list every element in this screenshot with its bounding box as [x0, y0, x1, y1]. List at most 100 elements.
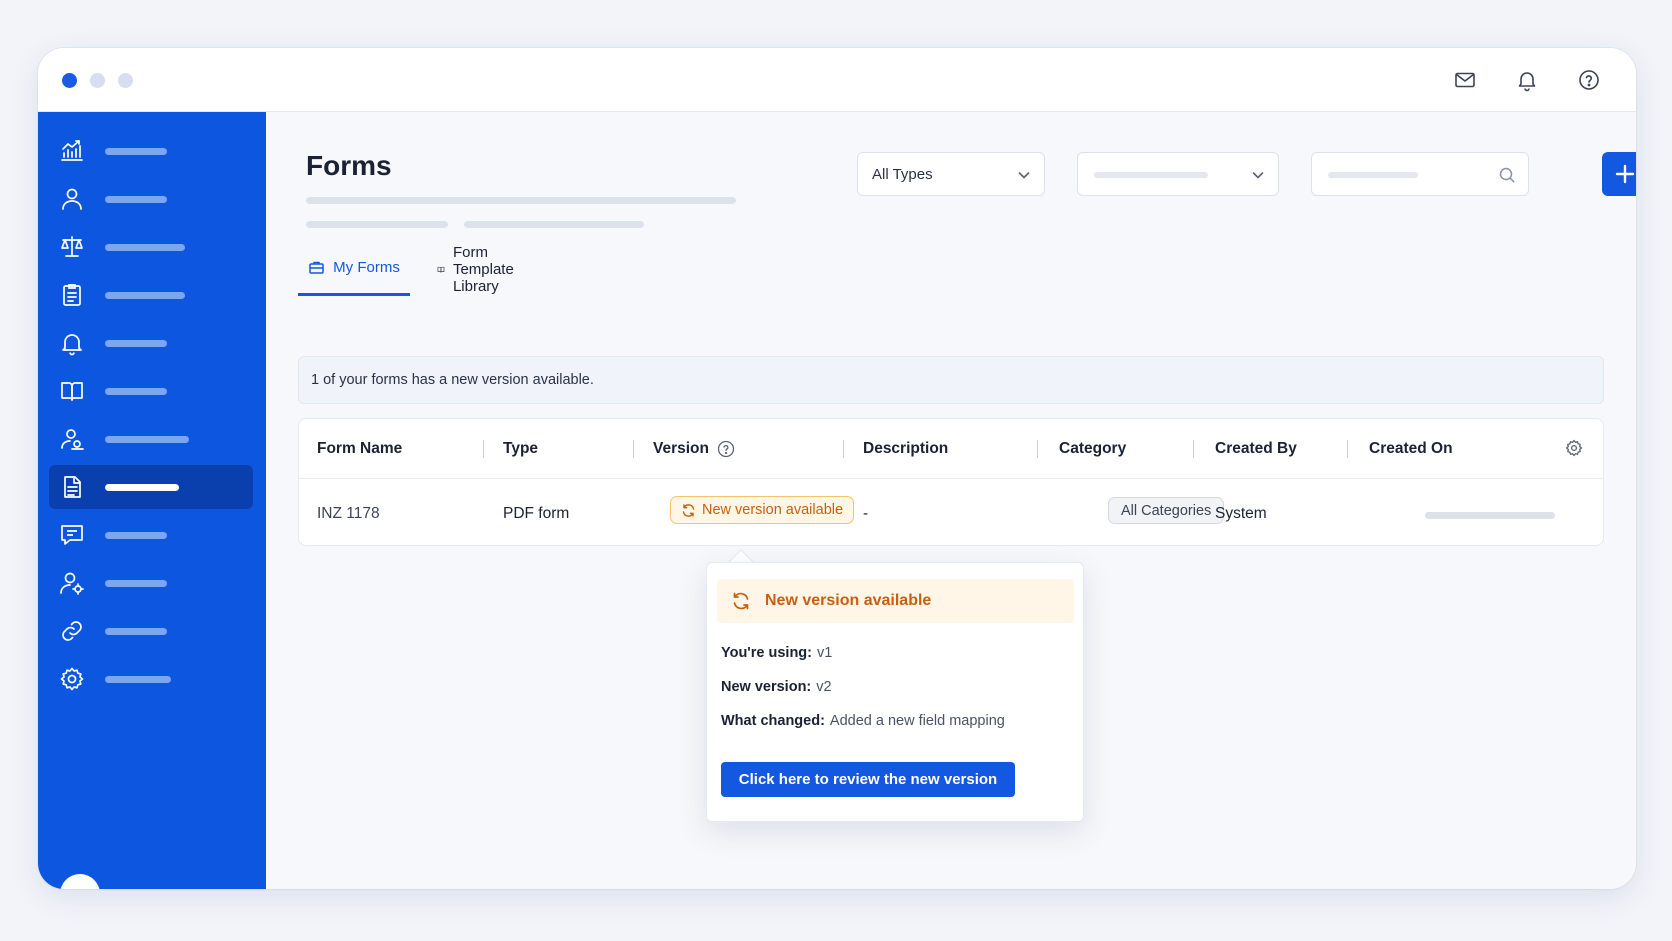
- form-name-cell[interactable]: INZ 1178: [317, 505, 380, 523]
- description-cell: -: [863, 505, 869, 522]
- column-divider[interactable]: [1037, 440, 1038, 458]
- tab-my-forms[interactable]: My Forms: [298, 242, 410, 296]
- chevron-down-icon: [1252, 172, 1264, 179]
- book-icon: [59, 378, 85, 404]
- sidebar-label-placeholder: [105, 676, 171, 683]
- sidebar-label-placeholder: [105, 244, 185, 251]
- briefcase-icon: [309, 261, 324, 274]
- sidebar-item-settings[interactable]: [49, 657, 253, 701]
- select-value-placeholder: [1094, 172, 1208, 178]
- clipboard-icon: [59, 282, 85, 308]
- forms-table: Form Name Type Version Description Categ…: [298, 418, 1604, 546]
- sidebar-item-legal[interactable]: [49, 225, 253, 269]
- column-divider[interactable]: [843, 440, 844, 458]
- window-dot-active[interactable]: [62, 73, 77, 88]
- sidebar-item-profile[interactable]: [49, 177, 253, 221]
- column-header-version[interactable]: Version: [653, 440, 735, 458]
- sidebar-item-library[interactable]: [49, 369, 253, 413]
- column-header-category[interactable]: Category: [1059, 440, 1126, 458]
- badge-label: New version available: [702, 502, 844, 518]
- type-filter-select[interactable]: All Types: [857, 152, 1045, 196]
- sidebar-label-placeholder: [105, 484, 179, 491]
- sidebar: [38, 112, 266, 889]
- column-header-created-by[interactable]: Created By: [1215, 440, 1297, 458]
- tab-form-template-library[interactable]: Form Template Library: [437, 242, 523, 296]
- notice-text: 1 of your forms has a new version availa…: [311, 372, 594, 388]
- avatar[interactable]: [60, 874, 100, 889]
- app-window: Forms All Types My Forms Form Template L…: [38, 48, 1636, 889]
- help-icon[interactable]: [1575, 66, 1603, 94]
- book-open-icon: [437, 266, 445, 273]
- update-notice-banner: 1 of your forms has a new version availa…: [298, 356, 1604, 404]
- subtitle-placeholder: [306, 197, 736, 204]
- sidebar-item-messages[interactable]: [49, 513, 253, 557]
- column-header-type[interactable]: Type: [503, 440, 538, 458]
- refresh-icon: [682, 503, 695, 517]
- column-divider[interactable]: [1193, 440, 1194, 458]
- version-popover: New version available You're using: v1 Ne…: [706, 562, 1084, 822]
- bell-icon: [59, 330, 85, 356]
- sidebar-item-tasks[interactable]: [49, 273, 253, 317]
- user-group-icon: [59, 426, 85, 452]
- sidebar-label-placeholder: [105, 292, 185, 299]
- column-header-created-on[interactable]: Created On: [1369, 440, 1453, 458]
- secondary-filter-select[interactable]: [1077, 152, 1279, 196]
- sidebar-label-placeholder: [105, 580, 167, 587]
- window-dot[interactable]: [118, 73, 133, 88]
- tab-label: Form Template Library: [452, 243, 514, 295]
- new-version-line: New version: v2: [721, 679, 832, 695]
- search-input[interactable]: [1311, 152, 1529, 196]
- column-divider[interactable]: [483, 440, 484, 458]
- column-header-label: Version: [653, 440, 709, 457]
- gear-icon: [59, 666, 85, 692]
- current-version-value: v1: [817, 645, 833, 661]
- review-new-version-button[interactable]: Click here to review the new version: [721, 762, 1015, 797]
- document-icon: [59, 474, 85, 500]
- created-by-cell: System: [1215, 505, 1267, 522]
- new-version-label: New version:: [721, 679, 812, 695]
- bell-icon[interactable]: [1513, 66, 1541, 94]
- gear-icon[interactable]: [1565, 439, 1583, 457]
- sidebar-item-users[interactable]: [49, 561, 253, 605]
- sidebar-label-placeholder: [105, 148, 167, 155]
- help-icon[interactable]: [717, 440, 735, 458]
- current-version-label: You're using:: [721, 645, 812, 661]
- column-divider[interactable]: [1347, 440, 1348, 458]
- sidebar-item-notifications[interactable]: [49, 321, 253, 365]
- main-content: Forms All Types My Forms Form Template L…: [266, 112, 1636, 889]
- user-settings-icon: [59, 570, 85, 596]
- link-icon: [59, 618, 85, 644]
- category-badge: All Categories: [1108, 497, 1225, 524]
- column-header-form-name[interactable]: Form Name: [317, 440, 402, 458]
- window-dot[interactable]: [90, 73, 105, 88]
- sidebar-item-integrations[interactable]: [49, 609, 253, 653]
- add-form-button[interactable]: [1602, 152, 1636, 196]
- what-changed-label: What changed:: [721, 713, 825, 729]
- sidebar-item-analytics[interactable]: [49, 129, 253, 173]
- new-version-value: v2: [816, 679, 832, 695]
- user-icon: [59, 186, 85, 212]
- sidebar-item-clients[interactable]: [49, 417, 253, 461]
- column-header-description[interactable]: Description: [863, 440, 948, 458]
- table-header: Form Name Type Version Description Categ…: [299, 419, 1603, 479]
- type-filter-value: All Types: [872, 166, 933, 183]
- search-placeholder: [1328, 172, 1418, 178]
- column-divider[interactable]: [633, 440, 634, 458]
- popover-header: New version available: [717, 579, 1074, 623]
- meta-placeholder: [306, 221, 448, 228]
- sidebar-label-placeholder: [105, 532, 167, 539]
- chat-icon: [59, 522, 85, 548]
- scale-icon: [59, 234, 85, 260]
- new-version-badge[interactable]: New version available: [670, 496, 855, 524]
- sidebar-label-placeholder: [105, 388, 167, 395]
- title-bar: [38, 48, 1636, 112]
- what-changed-line: What changed: Added a new field mapping: [721, 713, 1005, 729]
- sidebar-item-forms[interactable]: [49, 465, 253, 509]
- what-changed-value: Added a new field mapping: [829, 713, 1005, 729]
- plus-icon: [1615, 164, 1635, 184]
- current-version-line: You're using: v1: [721, 645, 832, 661]
- created-on-placeholder: [1425, 512, 1555, 519]
- chevron-down-icon: [1018, 172, 1030, 179]
- refresh-icon: [733, 592, 749, 610]
- mail-icon[interactable]: [1451, 66, 1479, 94]
